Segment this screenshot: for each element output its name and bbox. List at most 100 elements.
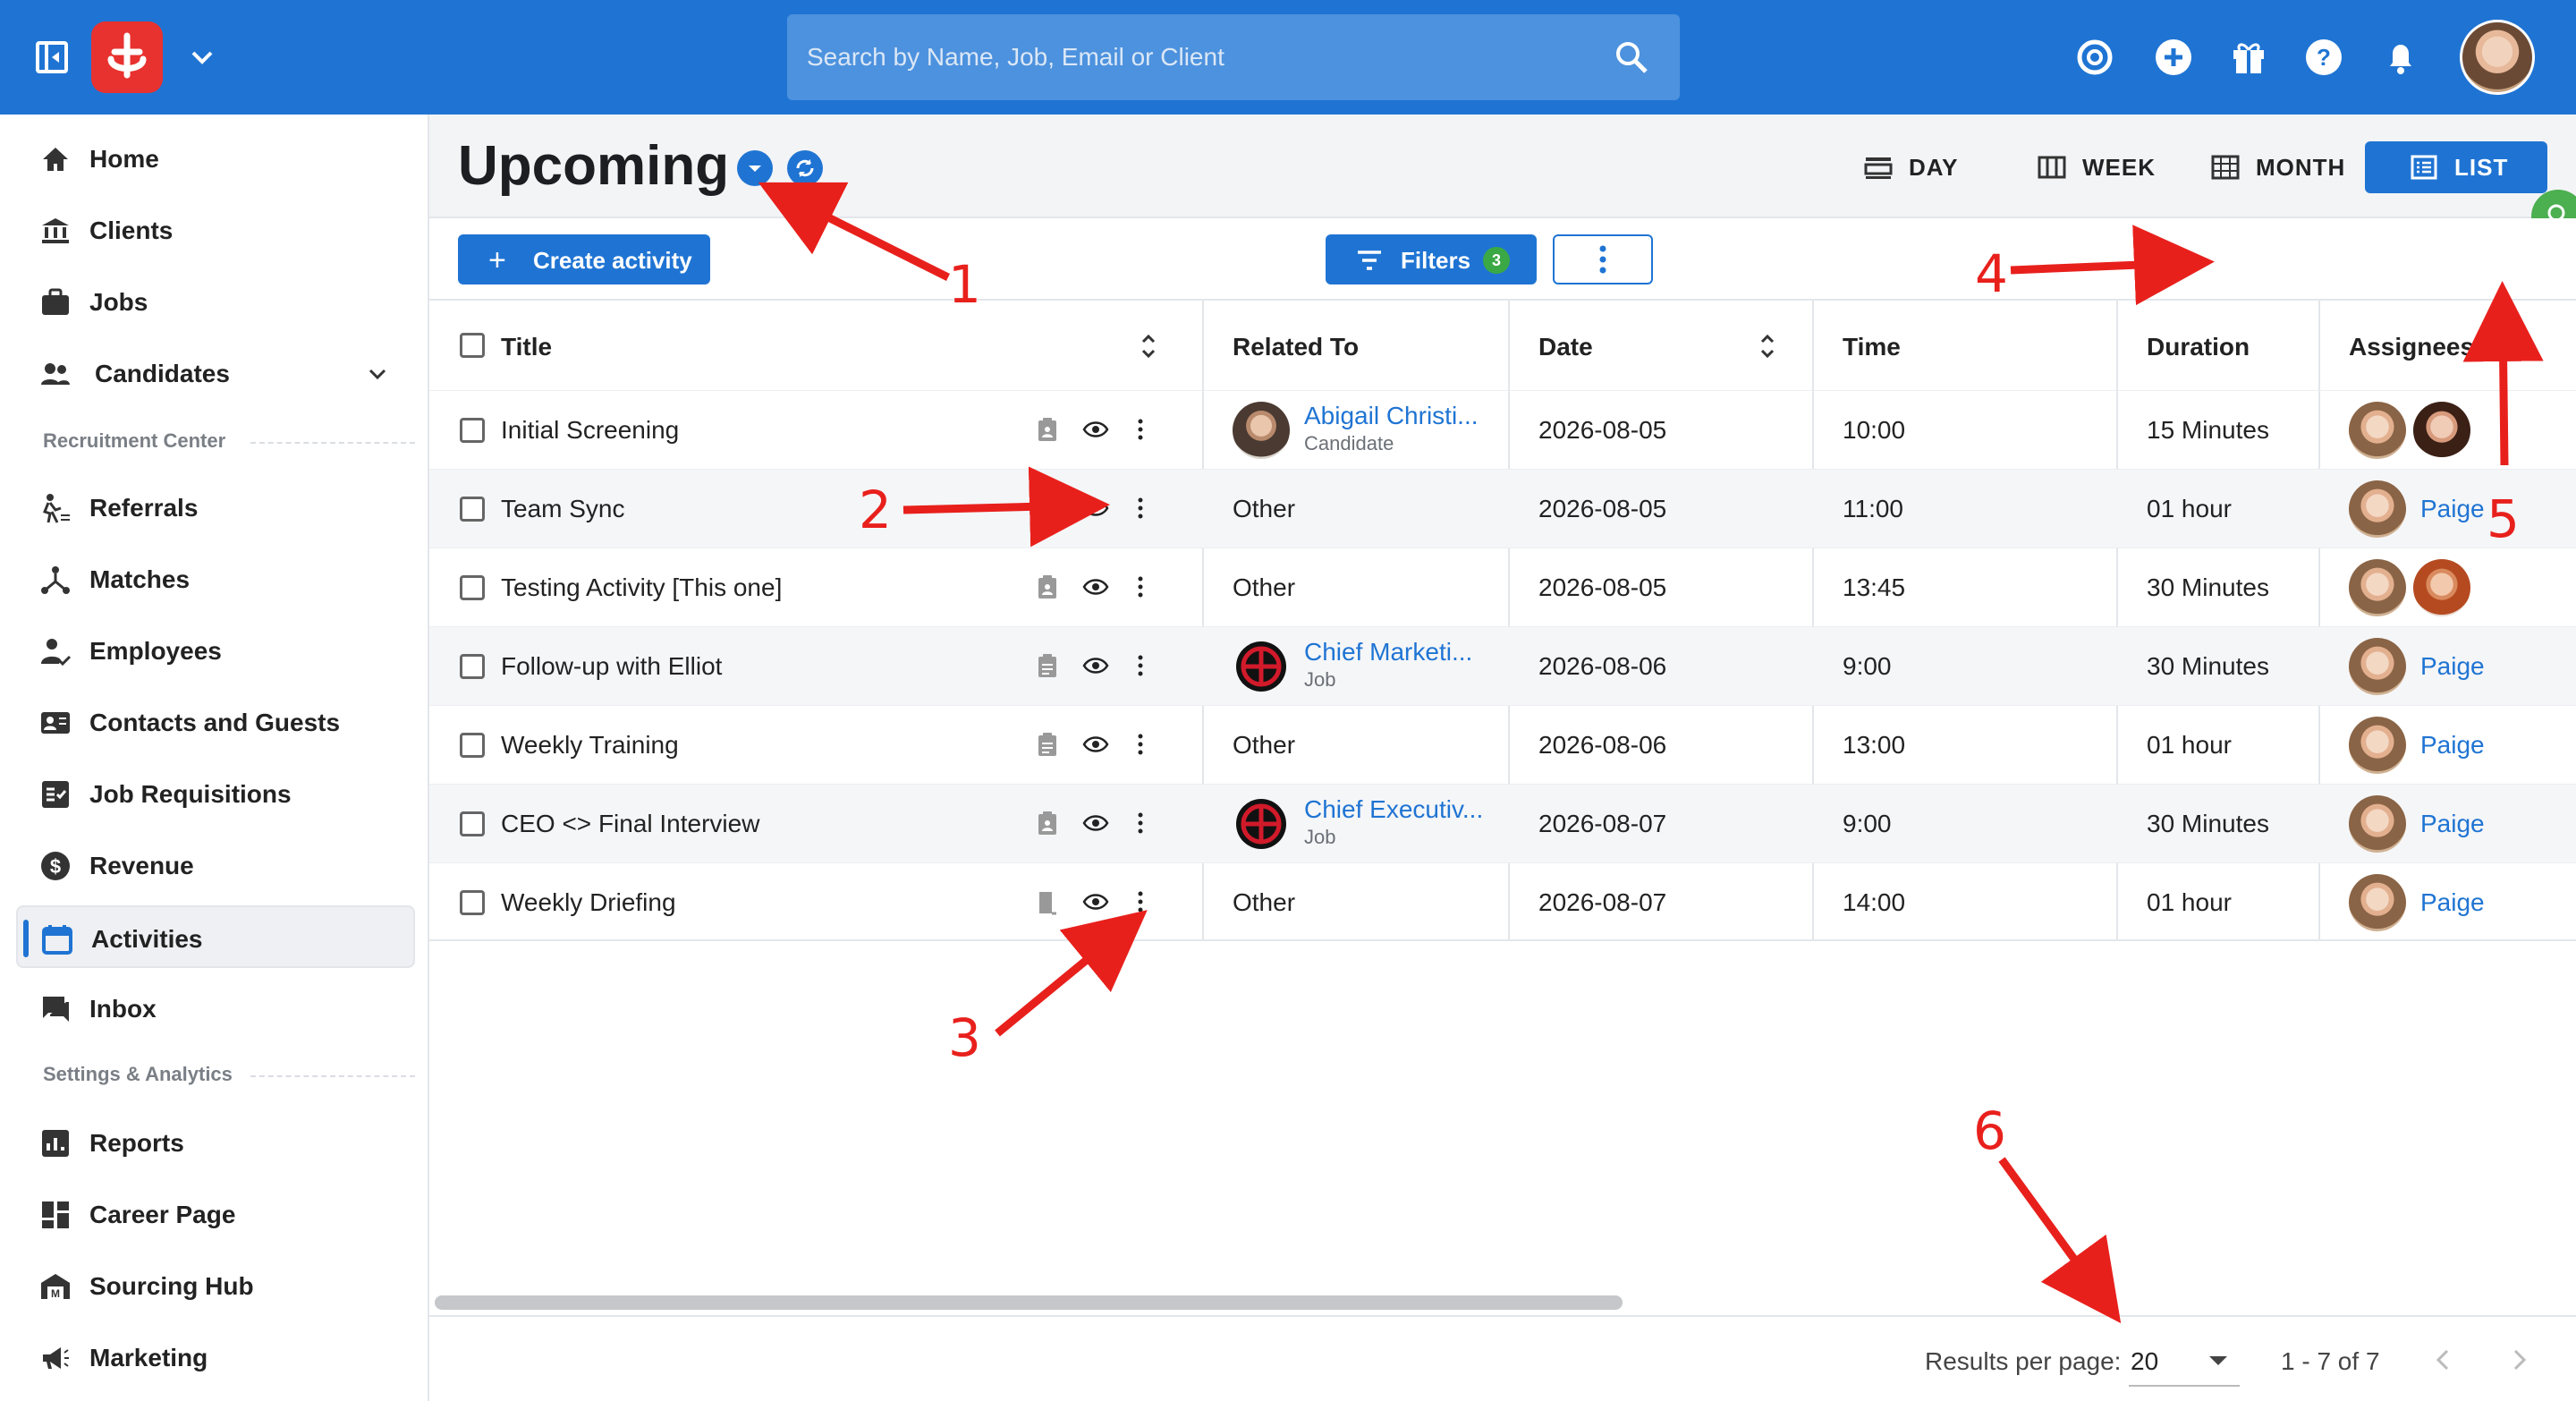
- assignee-avatar[interactable]: [2349, 638, 2406, 695]
- related-avatar[interactable]: [1233, 402, 1290, 459]
- gift-icon[interactable]: [2229, 38, 2268, 77]
- clipboard-icon[interactable]: [1034, 416, 1061, 443]
- clipboard-icon[interactable]: [1034, 652, 1061, 679]
- view-month-button[interactable]: MONTH: [2211, 141, 2372, 193]
- add-icon[interactable]: [2154, 38, 2193, 77]
- related-link[interactable]: Chief Executiv...: [1304, 795, 1483, 824]
- sidebar-item-jobs[interactable]: Jobs: [16, 270, 415, 333]
- sidebar-item-referrals[interactable]: Referrals: [16, 476, 415, 539]
- assignee-avatar[interactable]: [2413, 402, 2470, 459]
- table-row[interactable]: Team Sync Other 2026-08-05 11:00 01 hour…: [429, 469, 2576, 548]
- clipboard-icon[interactable]: [1034, 731, 1061, 758]
- title-dropdown-button[interactable]: [737, 150, 773, 186]
- sidebar-item-revenue[interactable]: $ Revenue: [16, 834, 415, 896]
- view-week-button[interactable]: WEEK: [2038, 141, 2181, 193]
- row-title[interactable]: Weekly Training: [501, 731, 679, 760]
- kebab-menu-icon[interactable]: [1127, 652, 1154, 679]
- row-checkbox[interactable]: [460, 575, 485, 600]
- eye-icon[interactable]: [1082, 416, 1109, 443]
- row-checkbox[interactable]: [460, 418, 485, 443]
- assignee-avatar[interactable]: [2349, 874, 2406, 931]
- search-input[interactable]: [807, 36, 1594, 79]
- kebab-menu-icon[interactable]: [1127, 731, 1154, 758]
- next-page-icon[interactable]: [2503, 1344, 2535, 1376]
- assignee-name[interactable]: Paige: [2420, 731, 2485, 760]
- table-row[interactable]: Follow-up with Elliot Chief Marketi... J…: [429, 626, 2576, 705]
- sidebar-item-activities[interactable]: Activities: [16, 905, 415, 968]
- assignee-avatar[interactable]: [2349, 795, 2406, 853]
- kebab-menu-icon[interactable]: [1127, 888, 1154, 915]
- sidebar-item-contacts[interactable]: Contacts and Guests: [16, 691, 415, 753]
- select-all-checkbox[interactable]: [460, 333, 485, 358]
- filters-button[interactable]: Filters 3: [1326, 234, 1537, 284]
- kebab-menu-icon[interactable]: [1127, 810, 1154, 836]
- row-title[interactable]: CEO <> Final Interview: [501, 810, 759, 838]
- eye-icon[interactable]: [1082, 731, 1109, 758]
- sort-icon[interactable]: [1138, 331, 1159, 361]
- support-icon[interactable]: [2075, 38, 2114, 77]
- table-row[interactable]: Weekly Driefing Other 2026-08-07 14:00 0…: [429, 862, 2576, 941]
- table-row[interactable]: CEO <> Final Interview Chief Executiv...…: [429, 784, 2576, 862]
- sidebar-item-reports[interactable]: Reports: [16, 1111, 415, 1174]
- assignee-name[interactable]: Paige: [2420, 810, 2485, 838]
- search-icon[interactable]: [1614, 39, 1649, 75]
- sidebar-item-sourcing-hub[interactable]: M Sourcing Hub: [16, 1254, 415, 1317]
- horizontal-scrollbar[interactable]: [435, 1295, 1623, 1310]
- assignee-avatar[interactable]: [2349, 402, 2406, 459]
- refresh-button[interactable]: [787, 150, 823, 186]
- eye-icon[interactable]: [1082, 810, 1109, 836]
- view-list-button[interactable]: LIST: [2365, 141, 2547, 193]
- assignee-name[interactable]: Paige: [2420, 495, 2485, 523]
- create-activity-button[interactable]: + Create activity: [458, 234, 710, 284]
- kebab-menu-icon[interactable]: [1127, 416, 1154, 443]
- row-checkbox[interactable]: [460, 654, 485, 679]
- app-logo[interactable]: [91, 21, 163, 93]
- sidebar-item-job-requisitions[interactable]: Job Requisitions: [16, 762, 415, 825]
- column-header-time[interactable]: Time: [1843, 301, 2057, 390]
- previous-page-icon[interactable]: [2428, 1344, 2460, 1376]
- chevron-down-icon[interactable]: [190, 45, 215, 70]
- row-title[interactable]: Testing Activity [This one]: [501, 573, 782, 602]
- sidebar-item-clients[interactable]: Clients: [16, 199, 415, 261]
- eye-icon[interactable]: [1082, 495, 1109, 522]
- row-checkbox[interactable]: [460, 497, 485, 522]
- kebab-menu-icon[interactable]: [1127, 573, 1154, 600]
- column-header-date[interactable]: Date: [1538, 301, 1807, 390]
- table-row[interactable]: Testing Activity [This one] Other 2026-0…: [429, 548, 2576, 626]
- kebab-menu-icon[interactable]: [1127, 495, 1154, 522]
- sidebar-item-home[interactable]: Home: [16, 127, 415, 190]
- bell-icon[interactable]: [2381, 38, 2420, 77]
- row-title[interactable]: Team Sync: [501, 495, 625, 523]
- sort-icon[interactable]: [1757, 331, 1778, 361]
- assignee-avatar[interactable]: [2349, 559, 2406, 616]
- door-icon[interactable]: [1034, 888, 1061, 915]
- related-link[interactable]: Abigail Christi...: [1304, 402, 1479, 430]
- eye-icon[interactable]: [1082, 652, 1109, 679]
- clipboard-icon[interactable]: [1034, 810, 1061, 836]
- sidebar-item-career-page[interactable]: Career Page: [16, 1183, 415, 1245]
- related-link[interactable]: Chief Marketi...: [1304, 638, 1472, 667]
- eye-icon[interactable]: [1082, 573, 1109, 600]
- row-checkbox[interactable]: [460, 811, 485, 836]
- row-checkbox[interactable]: [460, 890, 485, 915]
- assignee-name[interactable]: Paige: [2420, 888, 2485, 917]
- assignee-name[interactable]: Paige: [2420, 652, 2485, 681]
- column-header-assignees[interactable]: Assignees: [2349, 301, 2528, 390]
- view-day-button[interactable]: DAY: [1864, 141, 1989, 193]
- column-header-related[interactable]: Related To: [1233, 301, 1501, 390]
- sidebar-item-inbox[interactable]: Inbox: [16, 977, 415, 1040]
- sidebar-toggle-icon[interactable]: [36, 41, 68, 73]
- eye-icon[interactable]: [1082, 888, 1109, 915]
- row-title[interactable]: Follow-up with Elliot: [501, 652, 722, 681]
- user-avatar[interactable]: [2460, 20, 2535, 95]
- results-per-page-select[interactable]: 20: [2129, 1337, 2240, 1387]
- company-logo-icon[interactable]: [1233, 795, 1290, 853]
- table-row[interactable]: Initial Screening Abigail Christi... Can…: [429, 390, 2576, 469]
- column-header-duration[interactable]: Duration: [2147, 301, 2326, 390]
- row-checkbox[interactable]: [460, 733, 485, 758]
- column-header-title[interactable]: Title: [429, 301, 1204, 390]
- table-row[interactable]: Weekly Training Other 2026-08-06 13:00 0…: [429, 705, 2576, 784]
- assignee-avatar[interactable]: [2413, 559, 2470, 616]
- sidebar-item-employees[interactable]: Employees: [16, 619, 415, 682]
- assignee-avatar[interactable]: [2349, 480, 2406, 538]
